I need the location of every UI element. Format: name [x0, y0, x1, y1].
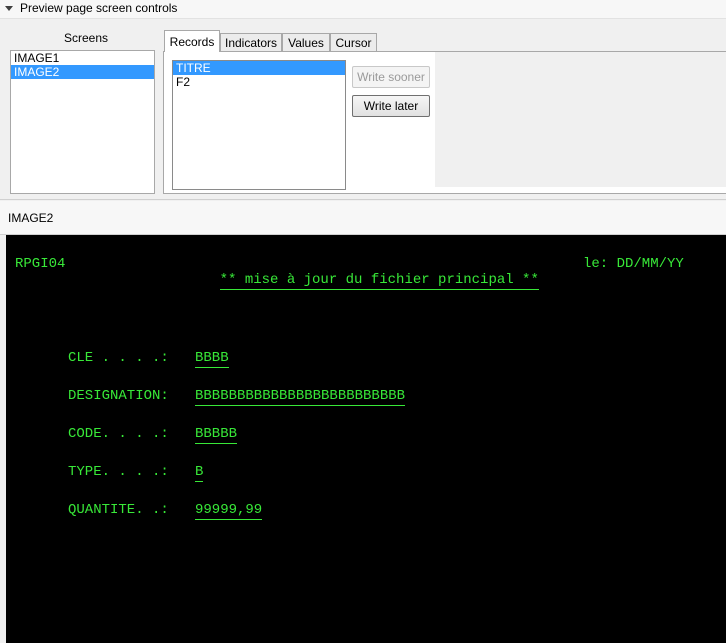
- screen-title-text: ** mise à jour du fichier principal **: [219, 272, 539, 290]
- tab-records[interactable]: Records: [164, 30, 220, 52]
- collapse-triangle-icon[interactable]: [5, 6, 13, 11]
- screen-item-image1[interactable]: IMAGE1: [11, 51, 154, 65]
- panel-empty-area: [435, 52, 726, 187]
- write-later-button[interactable]: Write later: [352, 95, 430, 117]
- preview-title-bar: IMAGE2: [0, 201, 726, 235]
- section-title: Preview page screen controls: [20, 1, 178, 15]
- terminal-preview: RPGI04 ** mise à jour du fichier princip…: [6, 235, 726, 643]
- divider: [0, 199, 726, 200]
- field-label-cle: CLE . . . .:: [68, 350, 169, 366]
- field-value-quantite[interactable]: 99999,99: [195, 502, 263, 520]
- screen-item-image2[interactable]: IMAGE2: [11, 65, 154, 79]
- write-sooner-button[interactable]: Write sooner: [352, 66, 430, 88]
- tab-values[interactable]: Values: [282, 33, 330, 51]
- records-list[interactable]: TITRE F2: [172, 60, 346, 190]
- screens-list[interactable]: IMAGE1 IMAGE2: [10, 50, 155, 194]
- field-value-code[interactable]: BBBBB: [195, 426, 238, 444]
- preview-screen-name: IMAGE2: [8, 211, 54, 225]
- field-label-designation: DESIGNATION:: [68, 388, 169, 404]
- field-label-type: TYPE. . . .:: [68, 464, 169, 480]
- field-label-quantite: QUANTITE. .:: [68, 502, 169, 518]
- field-label-code: CODE. . . .:: [68, 426, 169, 442]
- tab-indicators[interactable]: Indicators: [220, 33, 282, 51]
- date-text: le: DD/MM/YY: [583, 256, 684, 272]
- field-value-type[interactable]: B: [195, 464, 204, 482]
- record-item-f2[interactable]: F2: [173, 75, 345, 89]
- record-item-titre[interactable]: TITRE: [173, 61, 345, 75]
- program-name: RPGI04: [15, 256, 66, 272]
- section-header[interactable]: Preview page screen controls: [0, 0, 726, 19]
- field-value-cle[interactable]: BBBB: [195, 350, 229, 368]
- tab-cursor[interactable]: Cursor: [330, 33, 377, 51]
- field-value-designation[interactable]: BBBBBBBBBBBBBBBBBBBBBBBBB: [195, 388, 406, 406]
- screens-label: Screens: [64, 31, 109, 45]
